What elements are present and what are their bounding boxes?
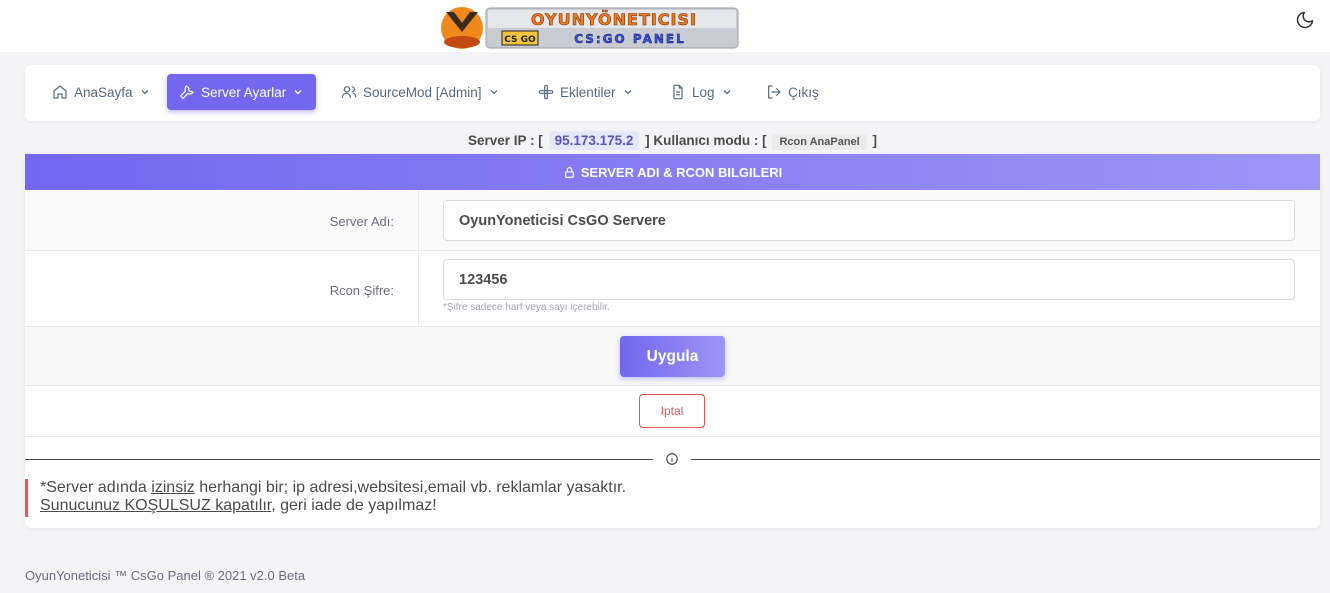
home-icon (52, 84, 68, 100)
server-name-label: Server Adı: (329, 214, 394, 229)
cancel-row: Iptal (25, 386, 1320, 437)
nav-item-anasayfa[interactable]: AnaSayfa (52, 74, 151, 110)
divider-left (25, 459, 653, 460)
chevron-down-icon (292, 86, 304, 98)
mode-prefix: ] Kullanıcı modu : [ (645, 133, 767, 148)
warning-line-2: Sunucunuz KOŞULSUZ kapatılır, geri iade … (40, 497, 725, 515)
chevron-down-icon (721, 86, 733, 98)
nav-item-cikis[interactable]: Çıkış (766, 74, 819, 110)
warning-emphasis: izinsiz (151, 479, 195, 496)
puzzle-icon (538, 84, 554, 100)
nav-item-server-ayarlar[interactable]: Server Ayarlar (167, 74, 317, 110)
logout-icon (766, 84, 782, 100)
chevron-down-icon (488, 86, 500, 98)
rcon-password-row: Rcon Şifre: 123456 *Şifre sadece harf ve… (25, 251, 1320, 327)
chevron-down-icon (139, 86, 151, 98)
nav-item-eklentiler[interactable]: Eklentiler (538, 74, 634, 110)
nav-label: Log (692, 84, 715, 100)
info-suffix: ] (872, 133, 877, 148)
warning-line-1: *Server adında izinsiz herhangi bir; ip … (40, 479, 725, 497)
apply-row: Uygula (25, 327, 1320, 386)
nav-label: Server Ayarlar (201, 84, 287, 100)
apply-button[interactable]: Uygula (620, 336, 725, 377)
divider-right (691, 459, 1320, 460)
server-name-row: Server Adı: OyunYoneticisi CsGO Servere (25, 190, 1320, 251)
card-header: SERVER ADI & RCON BILGILERI (25, 154, 1320, 190)
nav-label: SourceMod [Admin] (363, 84, 482, 100)
nav-item-log[interactable]: Log (670, 74, 733, 110)
logo-badge: CS GO (504, 35, 536, 45)
main-nav: AnaSayfa Server Ayarlar SourceMod [Admin… (25, 65, 1320, 121)
lock-icon (563, 166, 576, 179)
chevron-down-icon (622, 86, 634, 98)
site-logo[interactable]: CS GO OYUNYÖNETICISI CS:GO PANEL (436, 2, 742, 52)
row-divider (418, 190, 419, 250)
users-icon (341, 84, 357, 100)
user-mode-badge: Rcon AnaPanel (772, 134, 867, 150)
moon-icon[interactable] (1295, 10, 1315, 30)
server-name-input[interactable]: OyunYoneticisi CsGO Servere (443, 200, 1295, 241)
ip-prefix: Server IP : [ (468, 133, 543, 148)
rcon-password-label: Rcon Şifre: (329, 283, 394, 298)
file-icon (670, 84, 686, 100)
warning-text: , geri iade de yapılmaz! (271, 497, 437, 514)
row-divider (418, 251, 419, 326)
warning-text: herhangi bir; ip adresi,websitesi,email … (194, 479, 627, 496)
nav-label: AnaSayfa (74, 84, 133, 100)
warning-text: *Server adında (40, 479, 152, 496)
cancel-button[interactable]: Iptal (639, 394, 705, 428)
logo-title: OYUNYÖNETICISI (531, 10, 697, 29)
rcon-password-input[interactable]: 123456 (443, 259, 1295, 300)
warning-notice: *Server adında izinsiz herhangi bir; ip … (25, 479, 725, 517)
info-icon (665, 452, 679, 466)
server-settings-card: SERVER ADI & RCON BILGILERI Server Adı: … (25, 154, 1320, 528)
nav-item-sourcemod[interactable]: SourceMod [Admin] (341, 74, 500, 110)
server-info: Server IP : [ 95.173.175.2 ] Kullanıcı m… (0, 131, 1330, 150)
top-header: CS GO OYUNYÖNETICISI CS:GO PANEL (0, 0, 1330, 52)
server-ip-badge: 95.173.175.2 (548, 131, 640, 150)
nav-label: Çıkış (788, 84, 819, 100)
wrench-icon (179, 84, 195, 100)
footer-text: OyunYoneticisi ™ CsGo Panel ® 2021 v2.0 … (25, 568, 306, 583)
rcon-password-hint: *Şifre sadece harf veya sayı içerebilir. (443, 302, 610, 313)
nav-label: Eklentiler (560, 84, 616, 100)
card-title: SERVER ADI & RCON BILGILERI (580, 164, 783, 180)
warning-emphasis: Sunucunuz KOŞULSUZ kapatılır (40, 497, 272, 514)
logo-subtitle: CS:GO PANEL (574, 32, 686, 46)
